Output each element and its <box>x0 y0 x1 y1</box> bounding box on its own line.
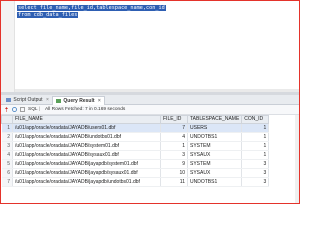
tab-query-result-label: Query Result <box>63 98 95 104</box>
cell-con-id[interactable]: 3 <box>241 168 270 178</box>
sql-editor[interactable]: select file_name,file_id,tablespace_name… <box>1 1 299 92</box>
row-number: 6 <box>1 168 13 178</box>
sql-button[interactable]: SQL <box>28 105 38 114</box>
tab-script-output[interactable]: Script Output × <box>3 96 52 104</box>
cell-con-id[interactable]: 3 <box>241 159 270 169</box>
editor-gutter <box>1 1 15 92</box>
result-grid[interactable]: FILE_NAME FILE_ID TABLESPACE_NAME CON_ID… <box>1 115 299 187</box>
cell-tablespace-name[interactable]: USERS <box>187 123 243 133</box>
cell-con-id[interactable]: 1 <box>241 141 270 151</box>
cell-file-name[interactable]: /u01/app/oracle/oradata/JAYADB/undotbs01… <box>12 132 161 142</box>
row-number: 7 <box>1 177 13 187</box>
cell-file-id[interactable]: 10 <box>160 168 188 178</box>
cell-file-name[interactable]: /u01/app/oracle/oradata/JAYADB/jayapdb/s… <box>12 159 161 169</box>
cell-con-id[interactable]: 1 <box>241 132 270 142</box>
table-row[interactable]: 4 /u01/app/oracle/oradata/JAYADB/sysaux0… <box>1 150 270 160</box>
pin-icon[interactable] <box>4 107 9 112</box>
script-output-icon <box>6 97 11 102</box>
sql-text[interactable]: select file_name,file_id,tablespace_name… <box>17 5 166 18</box>
cell-file-name[interactable]: /u01/app/oracle/oradata/JAYADB/sysaux01.… <box>12 150 161 160</box>
cell-file-name[interactable]: /u01/app/oracle/oradata/JAYADB/jayapdb/u… <box>12 177 161 187</box>
result-toolbar: SQL | All Rows Fetched: 7 in 0.169 secon… <box>1 105 299 115</box>
cell-tablespace-name[interactable]: SYSTEM <box>187 159 243 169</box>
column-header-tablespace-name[interactable]: TABLESPACE_NAME <box>186 115 243 124</box>
cell-tablespace-name[interactable]: UNDOTBS1 <box>187 132 243 142</box>
toolbar-separator: | <box>39 107 41 112</box>
table-row[interactable]: 5 /u01/app/oracle/oradata/JAYADB/jayapdb… <box>1 159 270 169</box>
cell-file-id[interactable]: 11 <box>160 177 188 187</box>
row-number: 2 <box>1 132 13 142</box>
table-row[interactable]: 1 /u01/app/oracle/oradata/JAYADB/users01… <box>1 123 270 133</box>
cell-file-id[interactable]: 7 <box>160 123 188 133</box>
cell-file-name[interactable]: /u01/app/oracle/oradata/JAYADB/users01.d… <box>12 123 161 133</box>
app-frame: select file_name,file_id,tablespace_name… <box>0 0 300 204</box>
row-number: 1 <box>1 123 13 133</box>
close-icon[interactable]: × <box>98 98 101 104</box>
cell-file-name[interactable]: /u01/app/oracle/oradata/JAYADB/system01.… <box>12 141 161 151</box>
tab-script-output-label: Script Output <box>13 97 43 103</box>
fetch-status: All Rows Fetched: 7 in 0.169 seconds <box>45 107 126 112</box>
row-number: 4 <box>1 150 13 160</box>
sql-line-1[interactable]: select file_name,file_id,tablespace_name… <box>17 5 166 11</box>
cell-tablespace-name[interactable]: SYSAUX <box>187 150 243 160</box>
sql-line-2[interactable]: from cdb_data_files <box>17 11 79 18</box>
query-result-icon <box>56 98 61 103</box>
row-number: 5 <box>1 159 13 169</box>
table-row[interactable]: 7 /u01/app/oracle/oradata/JAYADB/jayapdb… <box>1 177 270 187</box>
cell-con-id[interactable]: 1 <box>241 123 270 133</box>
cell-con-id[interactable]: 3 <box>241 177 270 187</box>
column-header-con-id[interactable]: CON_ID <box>241 115 270 124</box>
cell-file-id[interactable]: 9 <box>160 159 188 169</box>
table-row[interactable]: 2 /u01/app/oracle/oradata/JAYADB/undotbs… <box>1 132 270 142</box>
export-icon[interactable] <box>20 107 25 112</box>
row-number-header <box>1 115 13 124</box>
grid-vertical-scrollbar[interactable] <box>295 115 299 203</box>
refresh-icon[interactable] <box>12 107 17 112</box>
result-table: FILE_NAME FILE_ID TABLESPACE_NAME CON_ID… <box>1 115 270 187</box>
column-header-file-name[interactable]: FILE_NAME <box>12 115 161 124</box>
close-icon[interactable]: × <box>46 97 49 103</box>
tab-query-result[interactable]: Query Result × <box>52 96 105 105</box>
column-header-file-id[interactable]: FILE_ID <box>160 115 188 124</box>
cell-tablespace-name[interactable]: SYSAUX <box>187 168 243 178</box>
cell-file-name[interactable]: /u01/app/oracle/oradata/JAYADB/jayapdb/s… <box>12 168 161 178</box>
cell-file-id[interactable]: 3 <box>160 150 188 160</box>
cell-file-id[interactable]: 4 <box>160 132 188 142</box>
output-tabs: Script Output × Query Result × <box>1 95 299 105</box>
row-number: 3 <box>1 141 13 151</box>
cell-tablespace-name[interactable]: SYSTEM <box>187 141 243 151</box>
table-row[interactable]: 6 /u01/app/oracle/oradata/JAYADB/jayapdb… <box>1 168 270 178</box>
cell-con-id[interactable]: 1 <box>241 150 270 160</box>
table-row[interactable]: 3 /u01/app/oracle/oradata/JAYADB/system0… <box>1 141 270 151</box>
cell-file-id[interactable]: 1 <box>160 141 188 151</box>
header-row: FILE_NAME FILE_ID TABLESPACE_NAME CON_ID <box>1 115 270 124</box>
cell-tablespace-name[interactable]: UNDOTBS1 <box>187 177 243 187</box>
